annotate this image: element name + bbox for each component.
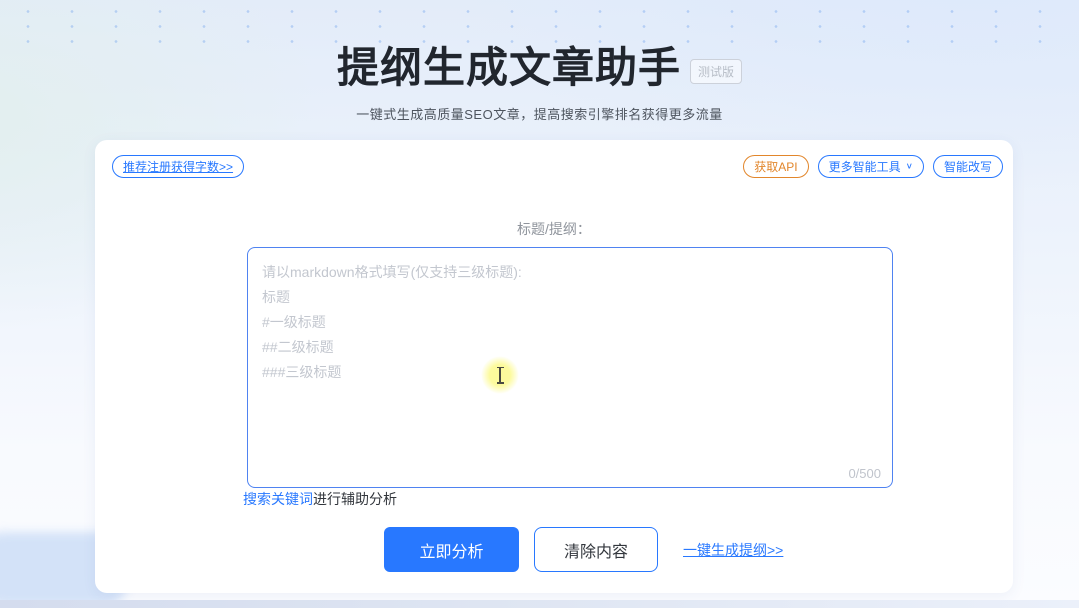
actions-row: 立即分析 清除内容 一键生成提纲>> xyxy=(384,527,783,572)
main-card: 推荐注册获得字数>> 获取API 更多智能工具 ∨ 智能改写 标题/提纲： 0/… xyxy=(95,140,1013,593)
beta-badge: 测试版 xyxy=(690,59,742,84)
get-api-button[interactable]: 获取API xyxy=(743,155,808,178)
outline-textarea[interactable] xyxy=(247,247,893,488)
page: 提纲生成文章助手 测试版 一键式生成高质量SEO文章，提高搜索引擎排名获得更多流… xyxy=(0,0,1079,608)
outline-textarea-wrap: 0/500 xyxy=(247,247,893,488)
analyze-button[interactable]: 立即分析 xyxy=(384,527,519,572)
ibeam-cursor-icon xyxy=(499,368,501,383)
more-tools-label: 更多智能工具 xyxy=(829,158,901,175)
clear-button[interactable]: 清除内容 xyxy=(534,527,658,572)
page-title: 提纲生成文章助手 xyxy=(337,34,681,95)
more-tools-button[interactable]: 更多智能工具 ∨ xyxy=(818,155,924,178)
helper-row: 搜索关键词进行辅助分析 xyxy=(243,489,397,509)
generate-outline-link[interactable]: 一键生成提纲>> xyxy=(683,540,783,560)
bottom-strip xyxy=(0,600,1079,608)
search-keywords-link[interactable]: 搜索关键词 xyxy=(243,491,313,507)
referral-link[interactable]: 推荐注册获得字数>> xyxy=(112,155,244,178)
toolbar-right: 获取API 更多智能工具 ∨ 智能改写 xyxy=(743,155,1003,178)
char-counter: 0/500 xyxy=(848,466,881,481)
page-subtitle: 一键式生成高质量SEO文章，提高搜索引擎排名获得更多流量 xyxy=(0,104,1079,123)
smart-rewrite-button[interactable]: 智能改写 xyxy=(933,155,1003,178)
chevron-down-icon: ∨ xyxy=(906,162,913,171)
outline-label: 标题/提纲： xyxy=(95,219,1013,239)
page-header: 提纲生成文章助手 测试版 一键式生成高质量SEO文章，提高搜索引擎排名获得更多流… xyxy=(0,34,1079,123)
helper-text: 进行辅助分析 xyxy=(313,491,397,507)
text-cursor xyxy=(481,356,519,394)
